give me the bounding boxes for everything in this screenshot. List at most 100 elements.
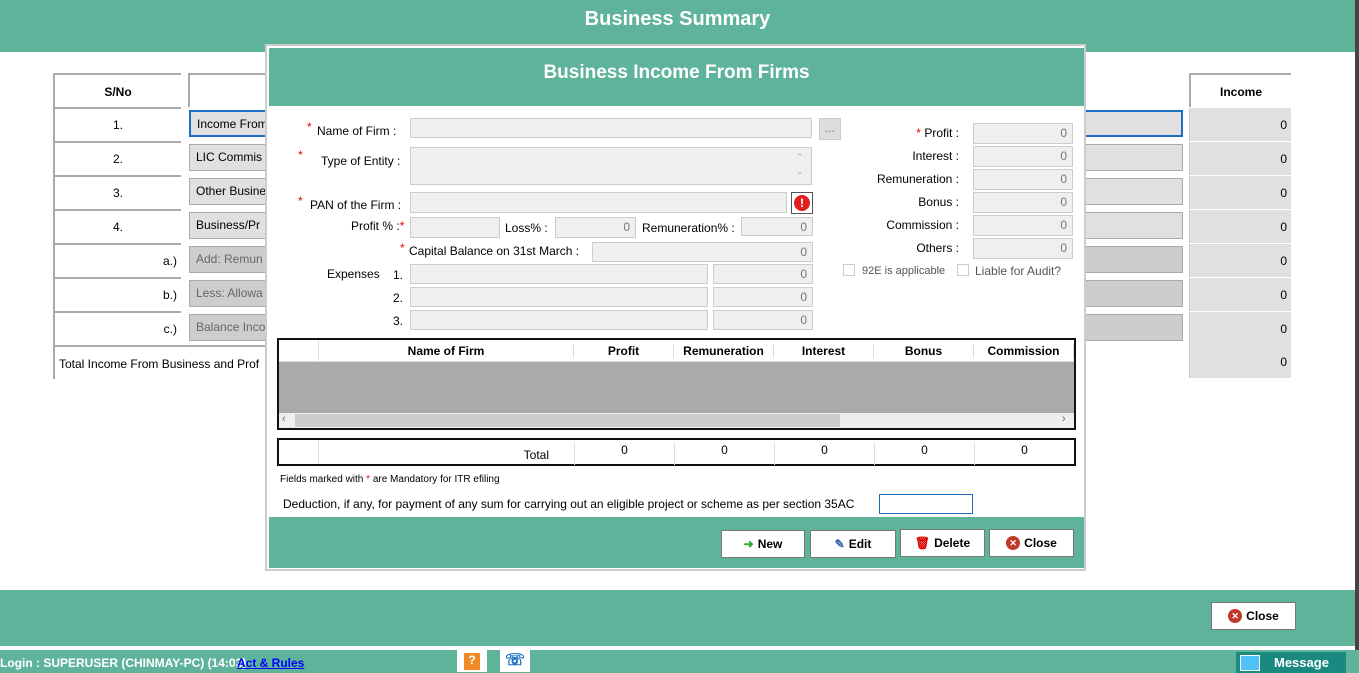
dialog-close-button[interactable]: ✕ Close [989,529,1074,557]
row-amount-field[interactable] [1080,110,1183,137]
income-header: Income [1189,73,1291,107]
close-button[interactable]: ✕ Close [1211,602,1296,630]
scroll-right-icon[interactable]: › [1062,413,1066,425]
edit-button[interactable]: ✎ Edit [810,530,896,558]
deduction-input[interactable] [879,494,973,514]
92e-checkbox[interactable] [843,264,855,276]
right-field-input[interactable]: 0 [973,146,1073,167]
row-description-button[interactable]: Income From [189,110,269,137]
row-description-button[interactable]: Other Busine [189,178,269,205]
row-amount-field[interactable] [1080,178,1183,205]
total-label: Total Income From Business and Prof [53,345,268,379]
row-amount-field[interactable] [1080,144,1183,171]
audit-checkbox[interactable] [957,264,969,276]
right-field-label: Commission : [886,218,959,232]
type-of-entity-input[interactable] [410,147,812,185]
row-amount-field[interactable] [1080,246,1183,273]
delete-button[interactable]: 🗑 Delete [900,529,985,557]
firms-grid[interactable]: Name of Firm Profit Remuneration Interest Bo… [277,338,1076,430]
expense-amount-input[interactable]: 0 [713,310,813,330]
row-sno: b.) [53,277,181,311]
horizontal-scrollbar[interactable]: ‹ › [279,413,1074,428]
row-income: 0 [1189,142,1291,175]
pan-input[interactable] [410,192,787,213]
row-sno: c.) [53,311,181,345]
edit-icon: ✎ [834,537,845,551]
right-field-input[interactable]: 0 [973,215,1073,236]
type-of-entity-label: Type of Entity : [321,154,401,168]
loss-pct-label: Loss% : [505,221,548,235]
help-book-icon[interactable]: ? [457,650,487,672]
grid-column-header[interactable]: Profit [574,344,674,358]
row-description-button[interactable]: Add: Remun [189,246,269,273]
expense-description-input[interactable] [410,287,708,307]
grid-column-header[interactable]: Commission [974,344,1074,358]
message-button[interactable]: Message [1236,652,1346,673]
row-sno: a.) [53,243,181,277]
row-amount-field[interactable] [1080,280,1183,307]
dialog-header: Business Income From Firms [269,48,1084,106]
grid-column-header[interactable]: Interest [774,344,874,358]
loss-pct-input[interactable]: 0 [555,217,636,238]
new-button[interactable]: ➜ New [721,530,805,558]
right-field-input[interactable]: 0 [973,123,1073,144]
expense-description-input[interactable] [410,310,708,330]
pan-label: PAN of the Firm : [310,198,402,212]
right-field-label: Remuneration : [876,172,959,186]
capital-balance-label: Capital Balance on 31st March : [409,244,580,258]
row-income: 0 [1189,278,1291,311]
row-sno: 1. [53,107,181,141]
deduction-label: Deduction, if any, for payment of any su… [283,497,855,511]
grid-column-header[interactable]: Remuneration [674,344,774,358]
message-icon [1240,654,1260,671]
expense-amount-input[interactable]: 0 [713,287,813,307]
row-income: 0 [1189,176,1291,209]
expense-number: 2. [393,291,404,305]
row-description-button[interactable]: Less: Allowa [189,280,269,307]
row-sno: 3. [53,175,181,209]
support-phone-icon[interactable]: ☏ [500,650,530,672]
remuneration-pct-input[interactable]: 0 [741,217,813,236]
pan-error-icon[interactable]: ! [791,192,813,214]
window-title: Business Summary [584,8,771,30]
row-income: 0 [1189,244,1291,277]
row-income: 0 [1189,210,1291,243]
sno-header: S/No [53,73,181,107]
row-sno: 4. [53,209,181,243]
close-icon: ✕ [1228,609,1243,623]
total-income: 0 [1189,345,1291,378]
close-icon: ✕ [1006,536,1021,550]
row-description-button[interactable]: LIC Commis [189,144,269,171]
scroll-left-icon[interactable]: ‹ [282,413,286,425]
right-field-input[interactable]: 0 [973,192,1073,213]
expense-amount-input[interactable]: 0 [713,264,813,284]
browse-firm-button[interactable]: ... [819,118,841,140]
total-value: 0 [874,443,974,465]
expense-description-input[interactable] [410,264,708,284]
total-value: 0 [574,443,674,465]
right-field-label: Interest : [912,149,959,163]
row-amount-field[interactable] [1080,212,1183,239]
entity-scroll-arrows[interactable]: ⌃ ⌄ [796,150,804,178]
expenses-label: Expenses [327,267,380,281]
row-description-button[interactable]: Business/Pr [189,212,269,239]
grid-column-header[interactable]: Bonus [874,344,974,358]
grid-column-header[interactable]: Name of Firm [319,344,574,358]
right-field-input[interactable]: 0 [973,169,1073,190]
window-border [1355,0,1359,650]
audit-label: Liable for Audit? [975,264,1062,278]
dialog-button-bar: ➜ New ✎ Edit 🗑 Delete ✕ Close [269,517,1084,568]
right-field-label: Others : [916,241,959,255]
expense-number: 3. [393,314,404,328]
row-amount-field[interactable] [1080,314,1183,341]
act-rules-link[interactable]: Act & Rules [237,656,304,670]
row-description-button[interactable]: Balance Inco [189,314,269,341]
capital-balance-input[interactable]: 0 [592,242,813,262]
name-of-firm-input[interactable] [410,118,812,138]
profit-pct-input[interactable] [410,217,500,238]
right-field-input[interactable]: 0 [973,238,1073,259]
footer-bar: ✕ Close [0,590,1355,646]
scrollbar-thumb[interactable] [295,414,840,427]
business-income-dialog: Business Income From Firms * Name of Fir… [265,44,1086,571]
right-field-label: Bonus : [918,195,959,209]
